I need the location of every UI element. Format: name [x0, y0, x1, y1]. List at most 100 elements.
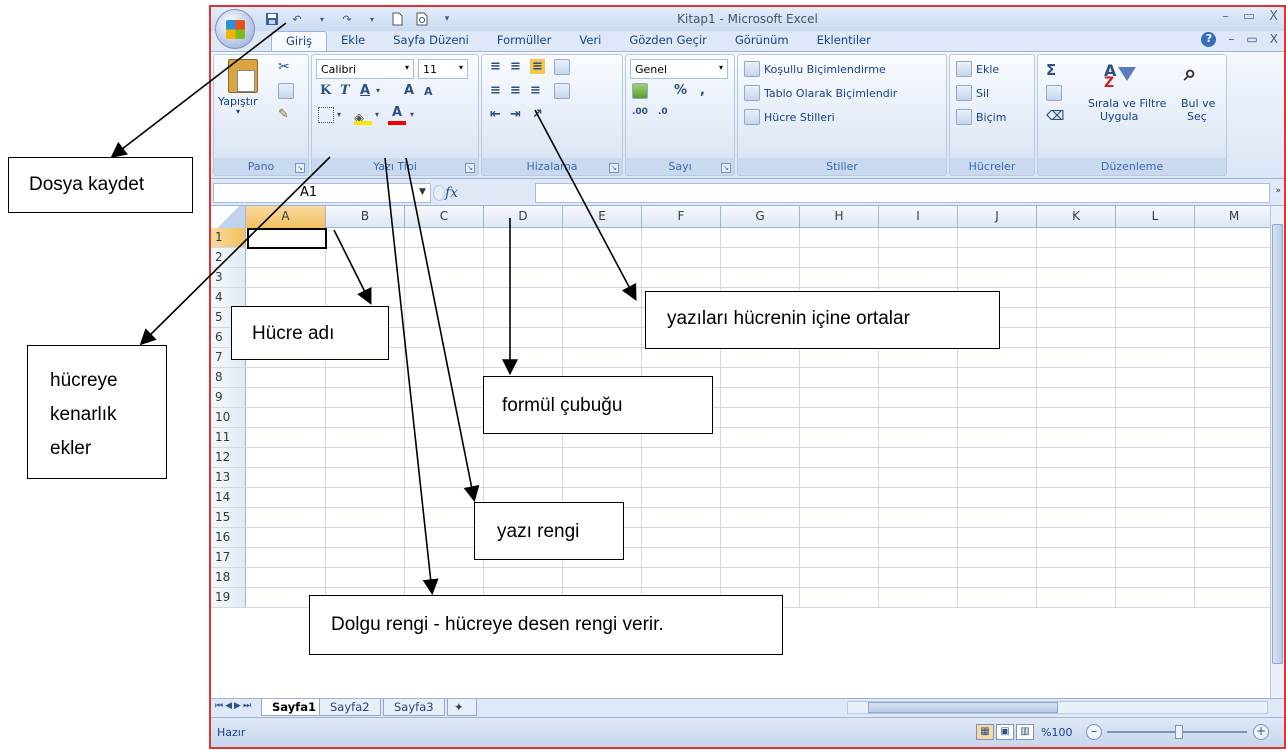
cell[interactable]	[246, 388, 326, 407]
cell[interactable]	[879, 348, 958, 367]
tab-veri[interactable]: Veri	[565, 31, 615, 51]
cell[interactable]	[1116, 328, 1195, 347]
cell[interactable]	[563, 448, 642, 467]
cell[interactable]	[563, 288, 642, 307]
column-header-e[interactable]: E	[563, 206, 642, 228]
find-select-icon[interactable]: ⌕	[1184, 61, 1196, 86]
font-launcher-icon[interactable]: ↘	[465, 163, 475, 173]
cell[interactable]	[800, 488, 879, 507]
cell[interactable]	[879, 428, 958, 447]
cell[interactable]	[800, 548, 879, 567]
active-cell[interactable]	[247, 228, 327, 249]
cell[interactable]	[326, 568, 405, 587]
cell[interactable]	[326, 468, 405, 487]
cell[interactable]	[405, 248, 484, 267]
select-all-corner[interactable]	[211, 206, 246, 228]
cell[interactable]	[405, 288, 484, 307]
cell[interactable]	[1037, 388, 1116, 407]
cell[interactable]	[1195, 248, 1273, 267]
number-launcher-icon[interactable]: ↘	[721, 163, 731, 173]
cell[interactable]	[1116, 248, 1195, 267]
cell[interactable]	[326, 408, 405, 427]
cell[interactable]	[721, 348, 800, 367]
increase-decimal-icon[interactable]: .00	[632, 107, 648, 117]
column-header-d[interactable]: D	[484, 206, 563, 228]
row-header-10[interactable]: 10	[211, 408, 246, 427]
cell[interactable]	[1116, 348, 1195, 367]
cell[interactable]	[958, 268, 1037, 287]
cell[interactable]	[1037, 268, 1116, 287]
cell[interactable]	[642, 348, 721, 367]
sheet-tab-sayfa3[interactable]: Sayfa3	[383, 699, 445, 716]
find-select-label[interactable]: Bul ve	[1181, 97, 1215, 110]
row-header-8[interactable]: 8	[211, 368, 246, 387]
cell[interactable]	[721, 448, 800, 467]
row-header-16[interactable]: 16	[211, 528, 246, 547]
align-middle-icon[interactable]: ≡	[510, 59, 521, 74]
cell[interactable]	[800, 388, 879, 407]
column-header-k[interactable]: K	[1037, 206, 1116, 228]
cell[interactable]	[1195, 508, 1273, 527]
zoom-out-icon[interactable]: –	[1086, 724, 1102, 740]
font-size-dropdown[interactable]: 11 ▾	[418, 59, 468, 79]
row-header-15[interactable]: 15	[211, 508, 246, 527]
cell[interactable]	[326, 548, 405, 567]
cell[interactable]	[484, 328, 563, 347]
cell[interactable]	[879, 368, 958, 387]
doc-minimize-icon[interactable]: –	[1228, 32, 1234, 47]
cell[interactable]	[405, 368, 484, 387]
row-header-2[interactable]: 2	[211, 248, 246, 267]
cell[interactable]	[1037, 588, 1116, 607]
sheet-tab-sayfa2[interactable]: Sayfa2	[319, 699, 381, 716]
cell[interactable]	[721, 508, 800, 527]
cell[interactable]	[563, 568, 642, 587]
cell[interactable]	[326, 528, 405, 547]
sort-filter-label-2[interactable]: Uygula	[1100, 110, 1138, 123]
cell[interactable]	[246, 448, 326, 467]
sheet-tab-sayfa1[interactable]: Sayfa1	[261, 699, 327, 716]
name-box[interactable]: A1	[213, 183, 431, 203]
cell[interactable]	[879, 488, 958, 507]
find-select-label-2[interactable]: Seç	[1187, 110, 1207, 123]
column-header-a[interactable]: A	[246, 206, 326, 228]
cell[interactable]	[958, 468, 1037, 487]
cell[interactable]	[405, 568, 484, 587]
decrease-indent-icon[interactable]: ⇤	[490, 107, 501, 122]
cell[interactable]	[246, 428, 326, 447]
cell[interactable]	[800, 508, 879, 527]
cell[interactable]	[1116, 408, 1195, 427]
help-icon[interactable]: ?	[1201, 32, 1217, 47]
cell[interactable]	[484, 308, 563, 327]
cell[interactable]	[405, 408, 484, 427]
insert-sheet-icon[interactable]: ✦	[447, 699, 477, 716]
cell[interactable]	[642, 528, 721, 547]
copy-icon[interactable]	[278, 83, 294, 99]
tab-gorunum[interactable]: Görünüm	[721, 31, 803, 51]
cell[interactable]	[1037, 228, 1116, 247]
column-header-b[interactable]: B	[326, 206, 405, 228]
column-header-j[interactable]: J	[958, 206, 1037, 228]
fill-color-icon[interactable]: ◈	[354, 107, 372, 126]
cell[interactable]	[1195, 408, 1273, 427]
cell[interactable]	[246, 268, 326, 287]
expand-formula-bar-icon[interactable]: »	[1275, 186, 1281, 196]
cell[interactable]	[958, 548, 1037, 567]
cell[interactable]	[879, 268, 958, 287]
cell[interactable]	[721, 388, 800, 407]
cell[interactable]	[958, 388, 1037, 407]
cell[interactable]	[800, 468, 879, 487]
cell[interactable]	[958, 508, 1037, 527]
cell[interactable]	[879, 508, 958, 527]
shrink-font-button[interactable]: A	[424, 85, 433, 98]
cell[interactable]	[1195, 588, 1273, 607]
cell[interactable]	[721, 228, 800, 247]
cell[interactable]	[958, 228, 1037, 247]
cell[interactable]	[246, 368, 326, 387]
cell[interactable]	[405, 328, 484, 347]
cell[interactable]	[246, 568, 326, 587]
cell[interactable]	[1116, 568, 1195, 587]
zoom-in-icon[interactable]: +	[1253, 724, 1269, 740]
tab-ekle[interactable]: Ekle	[327, 31, 379, 51]
column-header-c[interactable]: C	[405, 206, 484, 228]
column-header-i[interactable]: I	[879, 206, 958, 228]
